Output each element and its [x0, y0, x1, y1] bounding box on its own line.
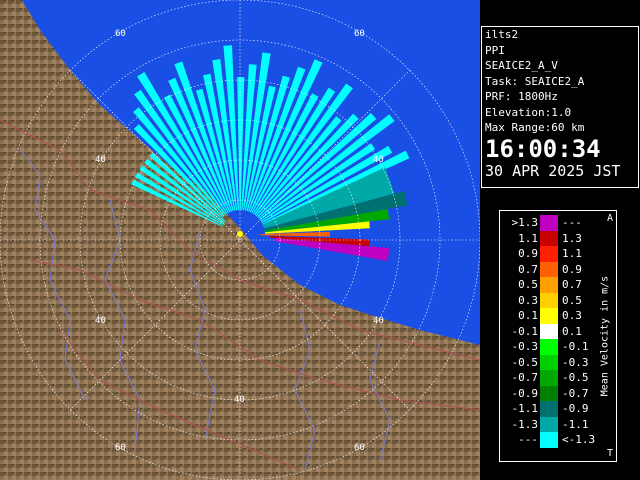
- legend-swatch: [540, 277, 558, 293]
- legend-swatch: [540, 246, 558, 262]
- legend-title-text: Mean Velocity in m/s: [599, 275, 611, 397]
- legend-swatch: [540, 354, 558, 370]
- radar-name: ilts2: [485, 28, 519, 41]
- legend-swatch: [540, 401, 558, 417]
- ring-label-sw60: 60: [115, 443, 126, 453]
- legend-swatch: [540, 261, 558, 277]
- legend-row: -1.1 -0.9: [500, 401, 600, 417]
- legend-swatch: [540, 385, 558, 401]
- legend-swatch: [540, 215, 558, 231]
- legend-low-label: -1.3: [511, 417, 539, 431]
- legend-row: 0.5 0.7: [500, 277, 600, 293]
- legend-row: -0.5 -0.3: [500, 354, 600, 370]
- legend-row: -0.7 -0.5: [500, 370, 600, 386]
- legend-high-label: -0.1: [562, 340, 589, 353]
- ring-label-nw60: 60: [115, 29, 126, 39]
- legend-row: -0.3 -0.1: [500, 339, 600, 355]
- legend-low-label: ---: [518, 433, 538, 446]
- scan-date: 30 APR 2025 JST: [485, 161, 621, 180]
- legend-low-label: -0.3: [511, 340, 539, 353]
- legend-high-label: 0.9: [562, 262, 582, 276]
- legend-swatch: [540, 292, 558, 308]
- legend-swatch: [540, 432, 558, 448]
- legend-swatch: [540, 370, 558, 386]
- legend-row: -0.9 -0.7: [500, 385, 600, 401]
- prf-value: PRF: 1800Hz: [485, 90, 558, 103]
- legend-low-label: 0.5: [518, 278, 538, 291]
- legend-title: Mean Velocity in m/s: [598, 217, 612, 455]
- legend-corner-bottom: T: [606, 448, 613, 459]
- ring-label-se40: 40: [373, 316, 384, 326]
- legend-low-label: -0.7: [511, 371, 539, 384]
- legend-row: 0.9 1.1: [500, 246, 600, 262]
- legend-low-label: -0.5: [511, 355, 539, 369]
- ring-label-se60: 60: [354, 443, 365, 453]
- legend-row: 1.1 1.3: [500, 230, 600, 246]
- ring-label-e40: 40: [373, 155, 384, 165]
- legend-high-label: 0.5: [562, 293, 582, 307]
- legend-row: -1.3 -1.1: [500, 416, 600, 432]
- legend-high-label: <-1.3: [562, 433, 596, 446]
- legend-high-label: 0.3: [562, 309, 582, 322]
- legend-high-label: -0.3: [562, 355, 589, 369]
- legend-high-label: 0.1: [562, 324, 582, 338]
- legend-low-label: >1.3: [511, 216, 539, 229]
- legend-high-label: 1.1: [562, 247, 582, 260]
- legend-high-label: -1.1: [562, 417, 589, 431]
- legend-swatch: [540, 416, 558, 432]
- legend-swatch: [540, 323, 558, 339]
- scan-time: 16:00:34: [485, 134, 601, 163]
- legend-row: 0.1 0.3: [500, 308, 600, 324]
- radar-site-marker: [237, 231, 243, 237]
- legend-high-label: -0.9: [562, 402, 589, 415]
- legend-low-label: -0.1: [511, 324, 539, 338]
- legend-row: 0.7 0.9: [500, 261, 600, 277]
- ring-label-ne60: 60: [354, 29, 365, 39]
- legend-row: --- <-1.3: [500, 432, 600, 448]
- legend-low-label: 0.1: [518, 309, 538, 322]
- radar-ppi-map: 60 60 40 40 40 40 40 60 60: [0, 0, 480, 480]
- legend-low-label: -0.9: [511, 386, 539, 400]
- legend-high-label: 1.3: [562, 231, 582, 245]
- legend-high-label: 0.7: [562, 278, 582, 291]
- legend-low-label: 0.9: [518, 247, 538, 260]
- legend-high-label: -0.7: [562, 386, 589, 400]
- legend-row: >1.3 ---: [500, 215, 600, 231]
- legend-swatch: [540, 308, 558, 324]
- product-name: SEAICE2_A_V: [485, 59, 558, 72]
- info-panel: ilts2 PPI SEAICE2_A_V Task: SEAICE2_A PR…: [481, 26, 639, 188]
- legend-low-label: 0.7: [518, 262, 538, 276]
- legend-row: 0.3 0.5: [500, 292, 600, 308]
- ring-label-sw40: 40: [95, 316, 106, 326]
- task-name: Task: SEAICE2_A: [485, 74, 585, 88]
- legend-high-label: -0.5: [562, 371, 589, 384]
- legend-row: -0.1 0.1: [500, 323, 600, 339]
- radar-display: 60 60 40 40 40 40 40 60 60 ilts2 PPI SEA…: [0, 0, 640, 480]
- max-range-value: Max Range:60 km: [485, 121, 585, 134]
- legend-corner-top: A: [606, 213, 613, 224]
- legend-low-label: 0.3: [518, 293, 538, 307]
- velocity-legend: >1.3 --- 1.1 1.3 0.9 1.1 0.7 0.9 0.5 0.7 0.3 0.5 0.1…: [499, 210, 617, 462]
- legend-low-label: 1.1: [518, 231, 538, 245]
- legend-swatch: [540, 339, 558, 355]
- ring-label-w40: 40: [95, 155, 106, 165]
- ring-label-s40: 40: [234, 395, 245, 405]
- legend-swatch: [540, 230, 558, 246]
- scan-mode: PPI: [485, 43, 505, 57]
- legend-high-label: ---: [562, 216, 582, 229]
- legend-low-label: -1.1: [511, 402, 539, 415]
- elevation-value: Elevation:1.0: [485, 105, 572, 119]
